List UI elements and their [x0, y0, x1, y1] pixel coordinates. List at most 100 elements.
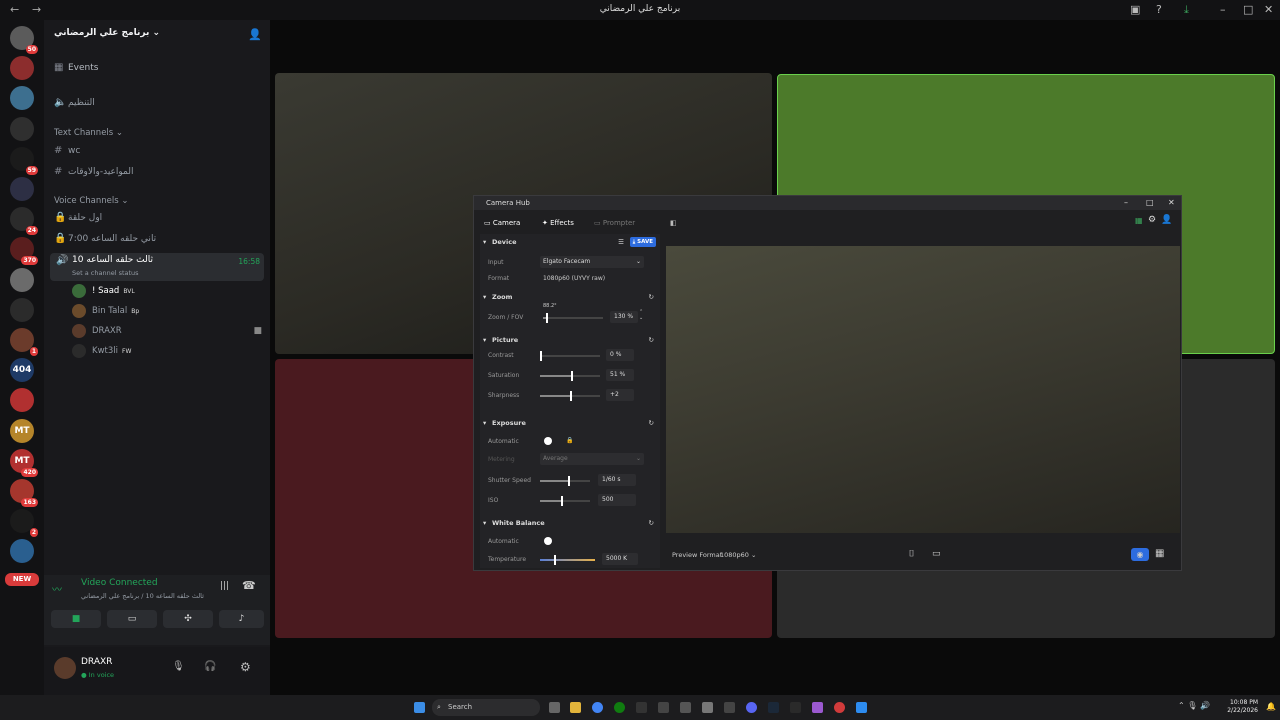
clock[interactable]: 10:08 PM 2/22/2026 [1227, 699, 1258, 715]
disconnect-icon[interactable]: ☎ [242, 579, 256, 592]
reset-icon[interactable]: ↻ [649, 517, 654, 529]
metering-select[interactable]: Average ⌄ [540, 453, 644, 465]
download-icon[interactable]: ⤓ [1184, 3, 1189, 17]
invite-people-icon[interactable]: 👤 [248, 28, 262, 41]
camera-button[interactable]: ■ [51, 610, 101, 628]
app-icon[interactable] [680, 702, 691, 713]
help-icon[interactable]: ? [1156, 3, 1162, 16]
steam-icon[interactable] [768, 702, 779, 713]
preview-eye-icon[interactable]: ◉ [1131, 548, 1149, 561]
app-icon[interactable] [834, 702, 845, 713]
picture-slider[interactable] [540, 371, 600, 381]
server-icon[interactable]: 1 [10, 328, 38, 356]
server-icon[interactable]: 59 [10, 146, 38, 175]
app-icon[interactable] [636, 702, 647, 713]
apps-icon[interactable]: ▦ [1135, 216, 1143, 225]
preview-format-select[interactable]: 1080p60 ⌄ [720, 551, 756, 559]
close-icon[interactable]: ✕ [1168, 196, 1175, 210]
picture-value[interactable]: 51 % [606, 369, 634, 381]
username[interactable]: DRAXR [81, 657, 112, 667]
channel-organize[interactable]: 🔈 التنظيم [54, 94, 262, 112]
category-voice-channels[interactable]: Voice Channels ⌄ [54, 196, 128, 206]
server-icon[interactable] [10, 116, 34, 141]
microphone-icon[interactable]: 🎙 [172, 661, 185, 672]
notification-icon[interactable]: 🔔 [1266, 702, 1276, 711]
server-icon[interactable]: 50 [10, 26, 38, 54]
server-icon[interactable] [10, 388, 34, 413]
save-button[interactable]: ⤓ SAVE [629, 237, 656, 247]
voice-channel-2[interactable]: 🔒 تاني حلقه الساعه 7:00 [54, 230, 262, 248]
server-icon[interactable] [10, 267, 34, 292]
picture-value[interactable]: 0 % [606, 349, 634, 361]
task-view-icon[interactable] [549, 702, 560, 713]
minimize-icon[interactable]: – [1124, 196, 1128, 210]
server-icon[interactable]: 370 [10, 237, 38, 266]
screen-share-button[interactable]: ▭ [107, 610, 157, 628]
voice-user[interactable]: ! Saad BVL [72, 282, 135, 300]
discord-icon[interactable] [746, 702, 757, 713]
activities-button[interactable]: ✣ [163, 610, 213, 628]
section-zoom[interactable]: ▾ Zoom ↻ [480, 291, 660, 303]
stepper-icon[interactable]: ⌃ ⌄ [639, 309, 643, 321]
noise-suppression-icon[interactable]: ||| [220, 581, 229, 591]
temperature-value[interactable]: 5000 K [602, 553, 638, 565]
channel-status[interactable]: Set a channel status [72, 269, 139, 277]
file-explorer-icon[interactable] [570, 702, 581, 713]
close-icon[interactable]: ✕ [1264, 3, 1273, 16]
slider-knob[interactable] [561, 496, 563, 506]
shutter-slider[interactable] [540, 476, 590, 486]
minimize-icon[interactable]: – [1220, 3, 1226, 16]
tab-prompter[interactable]: ▭ Prompter [594, 217, 635, 229]
reset-icon[interactable]: ↻ [649, 291, 654, 303]
system-tray-icons[interactable]: ⌃ 🎙 🔊 [1178, 701, 1210, 710]
reset-icon[interactable]: ↻ [649, 334, 654, 346]
taskbar-search[interactable]: ⌕ Search [432, 699, 540, 716]
server-icon[interactable]: MT [10, 418, 34, 443]
temperature-slider[interactable] [540, 555, 595, 565]
voice-user[interactable]: Kwt3li FW [72, 342, 131, 360]
settings-gear-icon[interactable]: ⚙ [240, 660, 251, 674]
wb-auto-toggle[interactable] [544, 537, 552, 545]
tab-effects[interactable]: ✦ Effects [542, 217, 574, 229]
chrome-icon[interactable] [592, 702, 603, 713]
slider-knob[interactable] [546, 313, 548, 323]
category-text-channels[interactable]: Text Channels ⌄ [54, 128, 123, 138]
slider-knob[interactable] [540, 351, 542, 361]
channel-wc[interactable]: # wc [54, 142, 262, 160]
app-icon[interactable] [790, 702, 801, 713]
zoom-value[interactable]: 130 % [610, 311, 638, 323]
headphones-icon[interactable]: 🎧 [204, 661, 216, 672]
lock-icon[interactable]: 🔒 [566, 437, 573, 444]
input-select[interactable]: Elgato Facecam ⌄ [540, 256, 644, 268]
settings-gear-icon[interactable]: ⚙ [1148, 215, 1156, 225]
folder-icon[interactable]: ▭ [932, 549, 941, 559]
section-device[interactable]: ▾ Device ☰ ⤓ SAVE [480, 236, 660, 248]
active-voice-channel[interactable]: 🔊 ثالث حلقه الساعه 10 Set a channel stat… [50, 253, 264, 281]
iso-value[interactable]: 500 [598, 494, 636, 506]
list-icon[interactable]: ☰ [618, 236, 624, 248]
voice-user[interactable]: DRAXR [72, 322, 122, 340]
slider-knob[interactable] [570, 371, 573, 381]
section-picture[interactable]: ▾ Picture ↻ [480, 334, 660, 346]
reset-icon[interactable]: ↻ [649, 417, 654, 429]
camera-hub-icon[interactable] [812, 702, 823, 713]
server-icon[interactable]: MT 420 [10, 448, 38, 477]
voice-user[interactable]: Bin Talal Bp [72, 302, 139, 320]
picture-value[interactable]: +2 [606, 389, 634, 401]
account-icon[interactable]: 👤 [1161, 215, 1172, 225]
channel-schedule[interactable]: # المواعيد-والاوقات [54, 163, 262, 181]
connection-channel[interactable]: ثالث حلقه الساعه 10 / برنامج علي الرمضان… [81, 592, 204, 600]
app-icon[interactable] [856, 702, 867, 713]
server-icon[interactable] [10, 297, 34, 322]
server-icon[interactable]: 163 [10, 479, 38, 507]
server-icon[interactable]: 404 [10, 358, 34, 383]
server-name[interactable]: برنامج علي الرمضاني ⌄ [54, 28, 160, 38]
app-icon[interactable] [658, 702, 669, 713]
snapshot-icon[interactable]: ⌷ [909, 549, 914, 559]
server-icon[interactable]: 24 [10, 207, 38, 236]
grid-icon[interactable]: ▦ [1155, 548, 1164, 559]
avatar[interactable] [54, 657, 76, 679]
server-icon[interactable] [10, 539, 34, 564]
exposure-auto-toggle[interactable] [544, 437, 552, 445]
tab-camera[interactable]: ▭ Camera [484, 217, 520, 229]
